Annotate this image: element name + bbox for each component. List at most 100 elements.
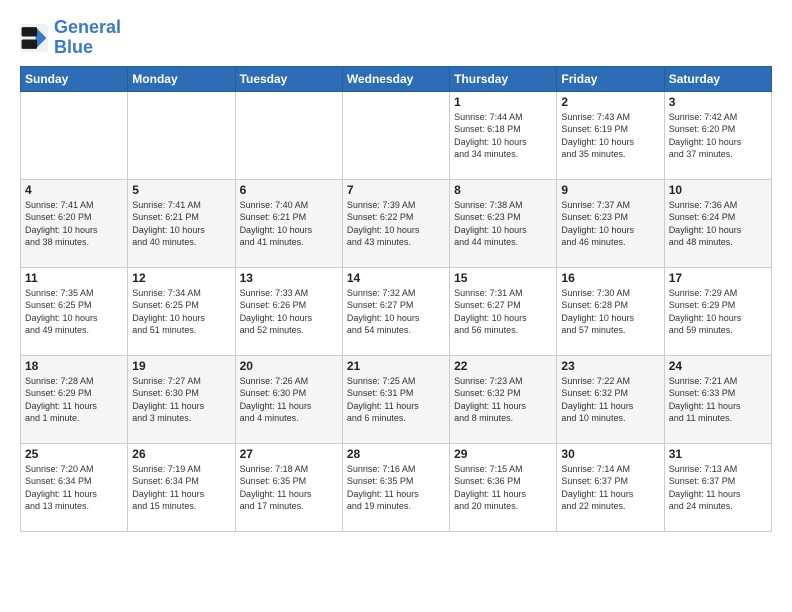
calendar-cell: 25Sunrise: 7:20 AM Sunset: 6:34 PM Dayli… (21, 443, 128, 531)
calendar-cell: 28Sunrise: 7:16 AM Sunset: 6:35 PM Dayli… (342, 443, 449, 531)
day-number: 5 (132, 183, 230, 197)
day-number: 14 (347, 271, 445, 285)
day-number: 17 (669, 271, 767, 285)
day-number: 29 (454, 447, 552, 461)
week-row-5: 25Sunrise: 7:20 AM Sunset: 6:34 PM Dayli… (21, 443, 772, 531)
calendar-cell (21, 91, 128, 179)
cell-content: Sunrise: 7:19 AM Sunset: 6:34 PM Dayligh… (132, 463, 230, 513)
cell-content: Sunrise: 7:28 AM Sunset: 6:29 PM Dayligh… (25, 375, 123, 425)
cell-content: Sunrise: 7:41 AM Sunset: 6:21 PM Dayligh… (132, 199, 230, 249)
cell-content: Sunrise: 7:18 AM Sunset: 6:35 PM Dayligh… (240, 463, 338, 513)
day-number: 24 (669, 359, 767, 373)
day-number: 6 (240, 183, 338, 197)
day-number: 2 (561, 95, 659, 109)
logo-icon (20, 24, 48, 52)
cell-content: Sunrise: 7:23 AM Sunset: 6:32 PM Dayligh… (454, 375, 552, 425)
calendar-cell (342, 91, 449, 179)
calendar-cell: 18 Sunrise: 7:28 AM Sunset: 6:29 PM Dayli… (21, 355, 128, 443)
day-header-wednesday: Wednesday (342, 66, 449, 91)
calendar-cell: 29 Sunrise: 7:15 AM Sunset: 6:36 PM Dayli… (450, 443, 557, 531)
day-number: 13 (240, 271, 338, 285)
calendar-cell: 26Sunrise: 7:19 AM Sunset: 6:34 PM Dayli… (128, 443, 235, 531)
day-number: 25 (25, 447, 123, 461)
cell-content: Sunrise: 7:36 AM Sunset: 6:24 PM Dayligh… (669, 199, 767, 249)
cell-content: Sunrise: 7:13 AM Sunset: 6:37 PM Dayligh… (669, 463, 767, 513)
logo: General Blue (20, 18, 121, 58)
cell-content: Sunrise: 7:27 AM Sunset: 6:30 PM Dayligh… (132, 375, 230, 425)
cell-content: Sunrise: 7:15 AM Sunset: 6:36 PM Dayligh… (454, 463, 552, 513)
calendar-cell: 10 Sunrise: 7:36 AM Sunset: 6:24 PM Dayli… (664, 179, 771, 267)
calendar-cell: 12 Sunrise: 7:34 AM Sunset: 6:25 PM Dayli… (128, 267, 235, 355)
header: General Blue (20, 18, 772, 58)
week-row-3: 11 Sunrise: 7:35 AM Sunset: 6:25 PM Dayli… (21, 267, 772, 355)
cell-content: Sunrise: 7:26 AM Sunset: 6:30 PM Dayligh… (240, 375, 338, 425)
cell-content: Sunrise: 7:37 AM Sunset: 6:23 PM Dayligh… (561, 199, 659, 249)
day-header-thursday: Thursday (450, 66, 557, 91)
calendar-cell: 21 Sunrise: 7:25 AM Sunset: 6:31 PM Dayli… (342, 355, 449, 443)
calendar-cell: 6 Sunrise: 7:40 AM Sunset: 6:21 PM Daylig… (235, 179, 342, 267)
cell-content: Sunrise: 7:31 AM Sunset: 6:27 PM Dayligh… (454, 287, 552, 337)
day-number: 22 (454, 359, 552, 373)
cell-content: Sunrise: 7:33 AM Sunset: 6:26 PM Dayligh… (240, 287, 338, 337)
calendar-cell (128, 91, 235, 179)
week-row-4: 18 Sunrise: 7:28 AM Sunset: 6:29 PM Dayli… (21, 355, 772, 443)
day-number: 4 (25, 183, 123, 197)
day-number: 23 (561, 359, 659, 373)
day-number: 7 (347, 183, 445, 197)
cell-content: Sunrise: 7:29 AM Sunset: 6:29 PM Dayligh… (669, 287, 767, 337)
cell-content: Sunrise: 7:14 AM Sunset: 6:37 PM Dayligh… (561, 463, 659, 513)
day-number: 11 (25, 271, 123, 285)
calendar-cell: 2Sunrise: 7:43 AM Sunset: 6:19 PM Daylig… (557, 91, 664, 179)
cell-content: Sunrise: 7:21 AM Sunset: 6:33 PM Dayligh… (669, 375, 767, 425)
day-number: 8 (454, 183, 552, 197)
day-number: 16 (561, 271, 659, 285)
calendar-cell: 30Sunrise: 7:14 AM Sunset: 6:37 PM Dayli… (557, 443, 664, 531)
calendar-cell: 9 Sunrise: 7:37 AM Sunset: 6:23 PM Daylig… (557, 179, 664, 267)
cell-content: Sunrise: 7:34 AM Sunset: 6:25 PM Dayligh… (132, 287, 230, 337)
cell-content: Sunrise: 7:25 AM Sunset: 6:31 PM Dayligh… (347, 375, 445, 425)
day-number: 27 (240, 447, 338, 461)
day-number: 12 (132, 271, 230, 285)
day-header-sunday: Sunday (21, 66, 128, 91)
day-number: 31 (669, 447, 767, 461)
day-number: 28 (347, 447, 445, 461)
calendar-cell: 20 Sunrise: 7:26 AM Sunset: 6:30 PM Dayli… (235, 355, 342, 443)
calendar-cell: 8Sunrise: 7:38 AM Sunset: 6:23 PM Daylig… (450, 179, 557, 267)
day-number: 20 (240, 359, 338, 373)
cell-content: Sunrise: 7:35 AM Sunset: 6:25 PM Dayligh… (25, 287, 123, 337)
calendar-cell: 4Sunrise: 7:41 AM Sunset: 6:20 PM Daylig… (21, 179, 128, 267)
cell-content: Sunrise: 7:39 AM Sunset: 6:22 PM Dayligh… (347, 199, 445, 249)
calendar-cell: 1 Sunrise: 7:44 AM Sunset: 6:18 PM Daylig… (450, 91, 557, 179)
page: General Blue SundayMondayTuesdayWednesda… (0, 0, 792, 546)
calendar-cell: 16Sunrise: 7:30 AM Sunset: 6:28 PM Dayli… (557, 267, 664, 355)
day-header-tuesday: Tuesday (235, 66, 342, 91)
cell-content: Sunrise: 7:40 AM Sunset: 6:21 PM Dayligh… (240, 199, 338, 249)
cell-content: Sunrise: 7:32 AM Sunset: 6:27 PM Dayligh… (347, 287, 445, 337)
logo-text: General Blue (54, 18, 121, 58)
day-number: 10 (669, 183, 767, 197)
day-number: 15 (454, 271, 552, 285)
calendar-cell: 14 Sunrise: 7:32 AM Sunset: 6:27 PM Dayli… (342, 267, 449, 355)
calendar-cell: 13 Sunrise: 7:33 AM Sunset: 6:26 PM Dayli… (235, 267, 342, 355)
day-number: 9 (561, 183, 659, 197)
calendar-table: SundayMondayTuesdayWednesdayThursdayFrid… (20, 66, 772, 532)
calendar-cell: 3Sunrise: 7:42 AM Sunset: 6:20 PM Daylig… (664, 91, 771, 179)
header-row: SundayMondayTuesdayWednesdayThursdayFrid… (21, 66, 772, 91)
calendar-cell: 17 Sunrise: 7:29 AM Sunset: 6:29 PM Dayli… (664, 267, 771, 355)
day-number: 19 (132, 359, 230, 373)
calendar-cell: 31 Sunrise: 7:13 AM Sunset: 6:37 PM Dayli… (664, 443, 771, 531)
day-number: 1 (454, 95, 552, 109)
calendar-cell (235, 91, 342, 179)
week-row-1: 1 Sunrise: 7:44 AM Sunset: 6:18 PM Daylig… (21, 91, 772, 179)
calendar-cell: 27 Sunrise: 7:18 AM Sunset: 6:35 PM Dayli… (235, 443, 342, 531)
calendar-cell: 24 Sunrise: 7:21 AM Sunset: 6:33 PM Dayli… (664, 355, 771, 443)
cell-content: Sunrise: 7:44 AM Sunset: 6:18 PM Dayligh… (454, 111, 552, 161)
day-number: 18 (25, 359, 123, 373)
calendar-cell: 11 Sunrise: 7:35 AM Sunset: 6:25 PM Dayli… (21, 267, 128, 355)
day-number: 21 (347, 359, 445, 373)
cell-content: Sunrise: 7:22 AM Sunset: 6:32 PM Dayligh… (561, 375, 659, 425)
week-row-2: 4Sunrise: 7:41 AM Sunset: 6:20 PM Daylig… (21, 179, 772, 267)
day-header-saturday: Saturday (664, 66, 771, 91)
calendar-cell: 22 Sunrise: 7:23 AM Sunset: 6:32 PM Dayli… (450, 355, 557, 443)
day-header-monday: Monday (128, 66, 235, 91)
